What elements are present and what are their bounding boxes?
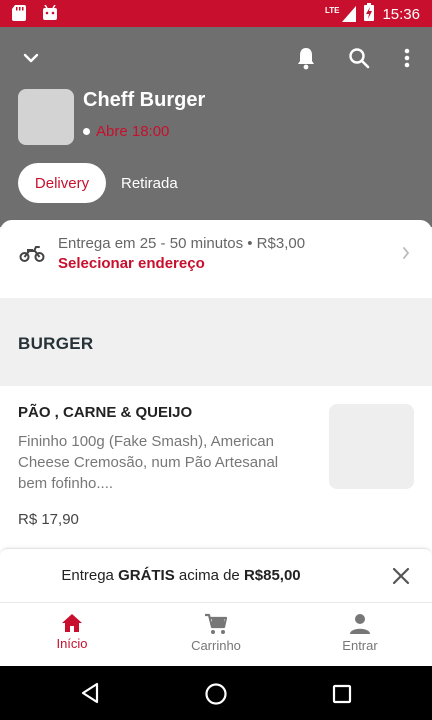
nav-cart-label: Carrinho	[191, 638, 241, 653]
back-icon	[81, 682, 99, 704]
product-image	[329, 404, 414, 489]
more-options-button[interactable]	[393, 44, 421, 72]
free-delivery-text: Entrega GRÁTIS acima de R$85,00	[0, 567, 362, 584]
home-circle-icon	[205, 683, 227, 705]
system-navigation-bar	[0, 666, 432, 720]
clock: 15:36	[382, 5, 420, 23]
banner-amount: R$85,00	[243, 567, 301, 584]
cart-icon	[205, 613, 228, 634]
battery-charging-icon	[364, 3, 375, 25]
collapse-button[interactable]	[17, 44, 45, 72]
home-icon	[62, 614, 82, 632]
product-price: R$ 17,90	[18, 511, 79, 528]
search-button[interactable]	[345, 44, 373, 72]
notifications-button[interactable]	[292, 44, 320, 72]
free-delivery-banner: Entrega GRÁTIS acima de R$85,00	[0, 548, 432, 603]
banner-prefix: Entrega	[61, 567, 119, 584]
product-card[interactable]: PÃO , CARNE & QUEIJO Fininho 100g (Fake …	[0, 386, 432, 556]
sd-card-icon	[12, 5, 28, 21]
nav-login-label: Entrar	[342, 638, 378, 653]
nav-cart[interactable]: Carrinho	[166, 613, 266, 653]
store-logo	[18, 89, 74, 145]
nav-login[interactable]: Entrar	[310, 613, 410, 653]
product-name: PÃO , CARNE & QUEIJO	[18, 404, 193, 421]
more-vert-icon	[404, 48, 410, 68]
pickup-mode-button[interactable]: Retirada	[121, 175, 178, 192]
status-bar: LTE 15:36	[0, 0, 432, 27]
product-description: Fininho 100g (Fake Smash), American Chee…	[18, 433, 279, 492]
nav-home[interactable]: Início	[22, 613, 122, 651]
system-home-button[interactable]	[204, 682, 228, 711]
bottom-navigation: Início Carrinho Entrar	[0, 602, 432, 666]
banner-highlight: GRÁTIS	[118, 567, 175, 584]
signal-icon: LTE	[325, 6, 357, 22]
store-header: Cheff Burger Abre 18:00 Delivery Retirad…	[0, 27, 432, 227]
banner-close-button[interactable]	[392, 567, 410, 590]
delivery-mode-button[interactable]: Delivery	[18, 163, 106, 203]
motorcycle-icon	[19, 246, 45, 262]
delivery-info: Entrega em 25 - 50 minutos • R$3,00	[58, 235, 306, 252]
section-title: BURGER	[18, 334, 94, 353]
network-label: LTE	[324, 6, 340, 15]
select-address-link[interactable]: Selecionar endereço	[58, 255, 205, 272]
store-name: Cheff Burger	[83, 89, 206, 111]
bell-icon	[298, 48, 314, 70]
android-icon	[42, 4, 58, 21]
status-dot	[83, 128, 90, 135]
person-icon	[350, 614, 370, 634]
banner-middle: acima de	[174, 567, 244, 584]
delivery-address-card[interactable]: Entrega em 25 - 50 minutos • R$3,00 Sele…	[0, 220, 432, 298]
search-icon	[349, 48, 370, 69]
store-status-text: Abre 18:00	[96, 123, 170, 140]
content-sheet: Entrega em 25 - 50 minutos • R$3,00 Sele…	[0, 220, 432, 666]
nav-home-label: Início	[56, 636, 88, 651]
chevron-down-icon	[23, 53, 39, 63]
recents-icon	[332, 684, 352, 704]
system-recents-button[interactable]	[332, 684, 352, 709]
store-status: Abre 18:00	[83, 123, 169, 140]
close-icon	[392, 567, 410, 585]
chevron-right-icon	[403, 247, 410, 259]
system-back-button[interactable]	[80, 682, 100, 709]
